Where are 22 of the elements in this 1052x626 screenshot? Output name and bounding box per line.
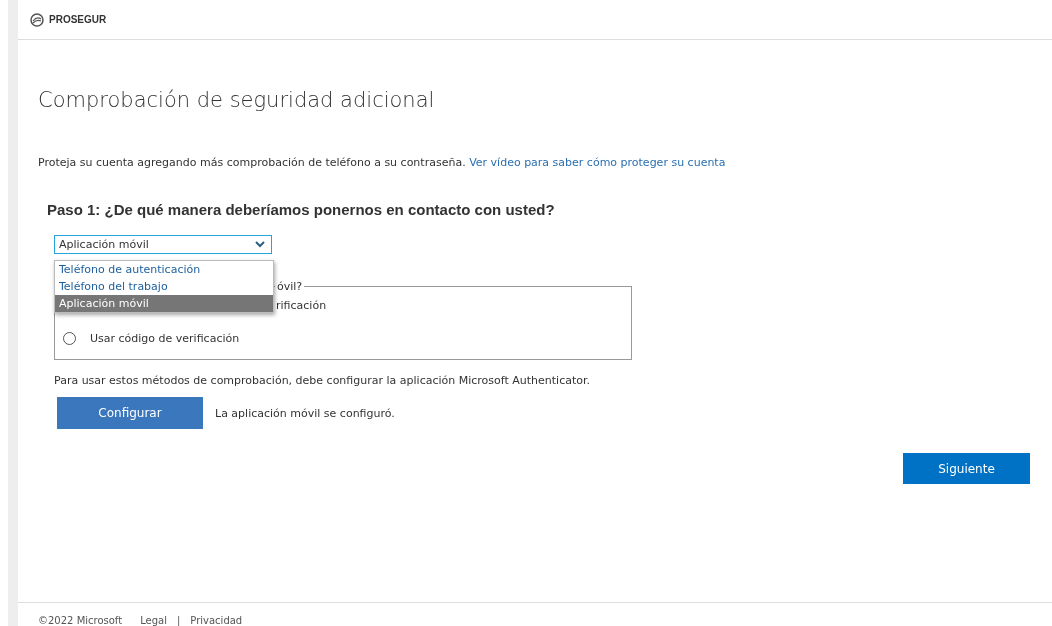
copyright: ©2022 Microsoft: [38, 615, 123, 626]
group-legend: óvil?: [275, 280, 305, 293]
video-link[interactable]: Ver vídeo para saber cómo proteger su cuenta: [469, 156, 726, 169]
page-title: Comprobación de seguridad adicional: [38, 88, 436, 112]
step-heading: Paso 1: ¿De qué manera deberíamos ponernos en contacto con usted?: [47, 201, 556, 218]
configure-status: La aplicación móvil se configuró.: [215, 406, 395, 420]
configure-button[interactable]: Configurar: [57, 397, 203, 429]
setup-note: Para usar estos métodos de comprobación, debe configurar la aplicación Microsoft Authenticator.: [54, 374, 591, 387]
radio-label: Usar código de verificación: [90, 332, 240, 345]
footer-link[interactable]: Privacidad: [190, 615, 243, 626]
intro-text: Proteja su cuenta agregando más comprobación de teléfono a su contraseña. Ver vídeo para saber cómo proteger su cuenta: [38, 156, 727, 169]
footer-link[interactable]: Legal: [140, 615, 167, 626]
dropdown-option[interactable]: Aplicación móvil: [55, 295, 273, 312]
brand-name: PROSEGUR: [49, 14, 107, 25]
dropdown-option[interactable]: Teléfono del trabajo: [55, 278, 273, 295]
radio-label: rificación: [276, 299, 327, 312]
logo-icon: [30, 12, 44, 27]
dropdown-option[interactable]: Teléfono de autenticación: [55, 261, 273, 278]
separator: |: [176, 615, 181, 626]
contact-method-select[interactable]: Aplicación móvil: [54, 235, 272, 254]
next-button[interactable]: Siguiente: [903, 453, 1030, 484]
chevron-down-icon: [255, 241, 265, 248]
